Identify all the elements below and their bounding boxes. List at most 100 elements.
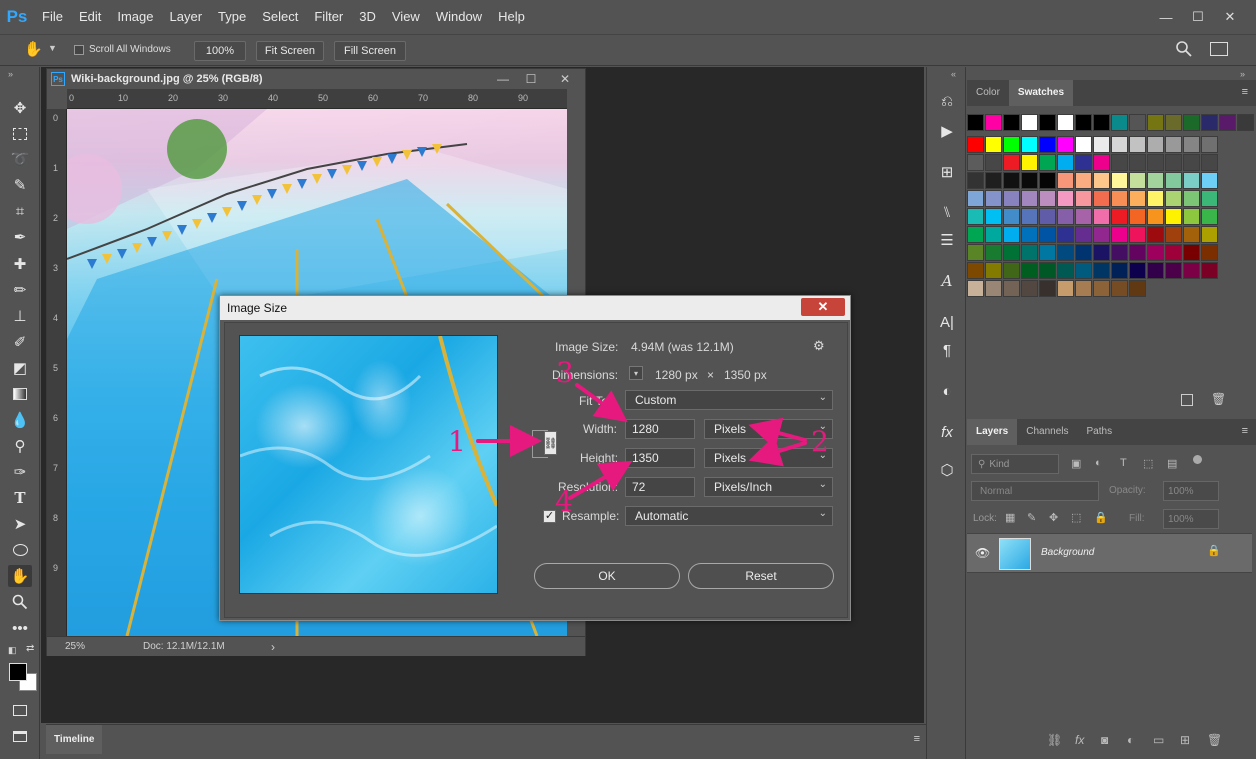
color-swatch[interactable] [1165,172,1182,189]
color-swatch[interactable] [1057,190,1074,207]
crop-tool-icon[interactable]: ⌗ [8,200,32,222]
color-swatch[interactable] [1093,172,1110,189]
ok-button[interactable]: OK [534,563,680,589]
collapse-arrows-icon[interactable]: « [951,69,956,79]
zoom-tool-icon[interactable] [8,591,32,613]
panel-menu-icon[interactable]: ≡ [1234,80,1256,106]
color-swatch[interactable] [1183,136,1200,153]
quick-mask-icon[interactable] [8,699,32,721]
color-swatch[interactable] [967,190,984,207]
quick-select-tool-icon[interactable]: ✎ [8,174,32,196]
color-swatch[interactable] [1039,262,1056,279]
zoom-100-button[interactable]: 100% [194,41,246,61]
fx-icon[interactable]: fx [1075,733,1084,747]
color-swatch[interactable] [1129,154,1146,171]
new-swatch-icon[interactable] [1181,394,1193,406]
color-swatch[interactable] [1129,226,1146,243]
color-swatch[interactable] [1093,226,1110,243]
color-swatch[interactable] [1201,172,1218,189]
color-swatch[interactable] [1147,208,1164,225]
color-swatch[interactable] [1075,154,1092,171]
opacity-field[interactable]: 100% [1163,481,1219,501]
panel-menu-icon[interactable]: ≡ [914,733,920,745]
swap-colors-icon[interactable]: ⇄ [26,643,34,654]
color-swatch[interactable] [1165,154,1182,171]
layer-filter-kind[interactable]: ⚲ Kind [971,454,1059,474]
color-swatch[interactable] [1201,262,1218,279]
character-icon[interactable]: A [935,269,959,293]
color-swatch[interactable] [1093,280,1110,297]
healing-brush-tool-icon[interactable]: ✚ [8,253,32,275]
color-swatch[interactable] [1039,226,1056,243]
dialog-close-button[interactable]: ✕ [801,298,845,316]
properties-icon[interactable]: ⊞ [935,160,959,184]
brushes-icon[interactable]: ⑊ [935,200,959,224]
color-swatch[interactable] [1021,226,1038,243]
eyedropper-tool-icon[interactable]: ✒ [8,226,32,248]
color-swatch[interactable] [1093,244,1110,261]
layer-row[interactable]: 👁 Background 🔒 [967,533,1252,573]
resample-select[interactable]: Automatic ⌄ [625,506,833,526]
color-swatch[interactable] [1147,262,1164,279]
image-preview[interactable] [239,335,499,594]
gradient-tool-icon[interactable] [8,383,32,405]
color-swatch[interactable] [1165,226,1182,243]
color-swatch[interactable] [967,136,984,153]
color-swatch[interactable] [967,262,984,279]
type-tool-icon[interactable]: T [8,487,32,509]
fill-field[interactable]: 100% [1163,509,1219,529]
height-input[interactable]: 1350 [625,448,695,468]
color-swatch[interactable] [1183,114,1200,131]
3d-icon[interactable]: ⬡ [935,458,959,482]
tab-paths[interactable]: Paths [1078,419,1122,445]
hand-tool-icon[interactable]: ✋ [24,40,46,60]
adjustments-icon[interactable]: ◐ [935,379,959,403]
lock-transparent-icon[interactable]: ▦ [1005,511,1015,524]
adjustments-sliders-icon[interactable]: ☰ [935,228,959,252]
move-tool-icon[interactable]: ✥ [8,97,32,119]
color-swatch[interactable] [1021,114,1038,131]
color-swatch[interactable] [1237,114,1254,131]
color-swatch[interactable] [1003,190,1020,207]
constrain-proportions-link-icon[interactable]: ⛓ [544,431,557,455]
color-swatch[interactable] [1021,244,1038,261]
color-swatch[interactable] [1111,262,1128,279]
blur-tool-icon[interactable]: 💧 [8,409,32,431]
color-swatch[interactable] [1129,208,1146,225]
blend-mode-select[interactable]: Normal [971,481,1099,501]
color-swatch[interactable] [1147,136,1164,153]
color-swatch[interactable] [1201,226,1218,243]
color-swatch[interactable] [1075,208,1092,225]
color-swatch[interactable] [1165,244,1182,261]
color-swatch[interactable] [1165,262,1182,279]
collapse-arrows-icon[interactable]: » [8,69,13,79]
color-swatch[interactable] [1129,244,1146,261]
color-swatch[interactable] [1021,280,1038,297]
color-swatch[interactable] [985,208,1002,225]
color-swatch[interactable] [1075,190,1092,207]
color-swatch[interactable] [1147,244,1164,261]
color-swatch[interactable] [1003,262,1020,279]
color-swatch[interactable] [985,190,1002,207]
color-swatch[interactable] [1219,114,1236,131]
color-swatch[interactable] [967,154,984,171]
minimize-button[interactable]: — [1150,7,1182,27]
color-swatch[interactable] [1183,172,1200,189]
filter-toggle-icon[interactable] [1193,455,1202,464]
doc-close-icon[interactable]: ✕ [545,72,585,86]
color-swatch[interactable] [1183,154,1200,171]
color-swatch[interactable] [1147,114,1164,131]
brush-tool-icon[interactable]: ✏ [8,279,32,301]
marquee-tool-icon[interactable] [8,123,32,145]
color-swatch[interactable] [1111,280,1128,297]
lock-artboard-icon[interactable]: ⬚ [1071,511,1081,524]
eye-icon[interactable]: 👁 [975,546,990,560]
color-swatch[interactable] [1057,280,1074,297]
color-swatch[interactable] [1003,280,1020,297]
clone-stamp-tool-icon[interactable]: ⊥ [8,305,32,327]
filter-shape-icon[interactable]: ⬚ [1143,457,1153,470]
color-swatch[interactable] [1003,226,1020,243]
color-swatch[interactable] [1201,244,1218,261]
color-swatch[interactable] [1093,136,1110,153]
color-swatch[interactable] [985,262,1002,279]
